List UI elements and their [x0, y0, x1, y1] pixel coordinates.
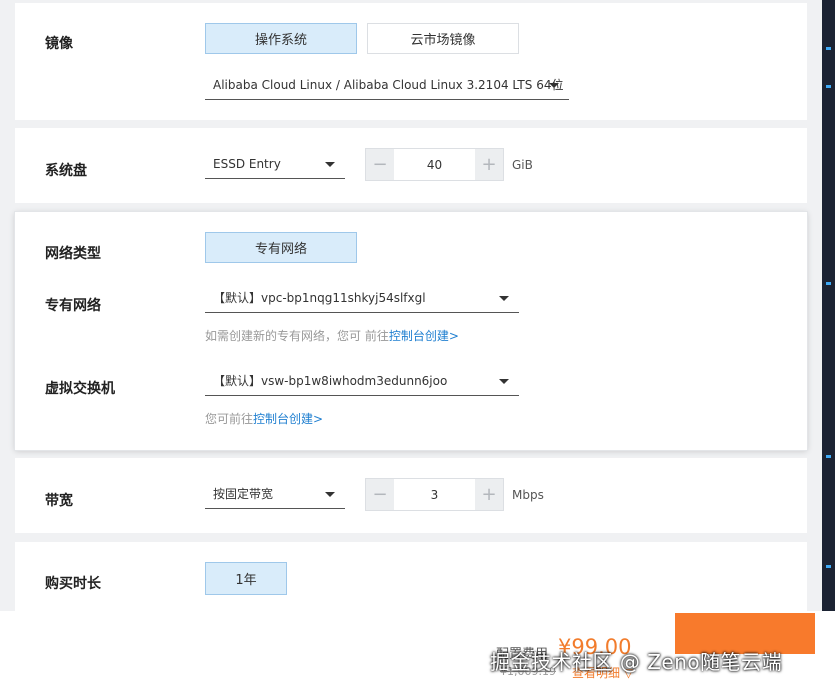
chevron-down-icon [325, 492, 335, 497]
watermark: 掘金技术社区 @ Zeno随笔云端 [490, 650, 783, 674]
disk-type-select-value: ESSD Entry [213, 156, 281, 171]
duration-section: 购买时长 1年 [15, 542, 807, 611]
chevron-down-icon [325, 162, 335, 167]
os-image-select-value: Alibaba Cloud Linux / Alibaba Cloud Linu… [213, 78, 564, 92]
network-section: 网络类型 专有网络 专有网络 【默认】vpc-bp1nqg11shkyj54sl… [15, 212, 807, 450]
duration-label: 购买时长 [45, 576, 101, 592]
vpc-select[interactable]: 【默认】vpc-bp1nqg11shkyj54slfxgl [205, 283, 519, 313]
disk-size-input[interactable]: 40 [394, 149, 475, 180]
bandwidth-label: 带宽 [45, 493, 73, 509]
order-footer: 配置费用 ¥99.00 ¥1,009.19 查看明细 ▽ 掘金技术社区 @ Ze… [0, 611, 835, 692]
bandwidth-decrease-button[interactable]: − [366, 479, 394, 510]
os-image-select[interactable]: Alibaba Cloud Linux / Alibaba Cloud Linu… [205, 70, 569, 100]
image-section: 镜像 操作系统 云市场镜像 Alibaba Cloud Linux / Alib… [15, 3, 807, 120]
vswitch-label: 虚拟交换机 [45, 381, 115, 397]
strip-mark [826, 85, 831, 88]
bandwidth-mode-select-value: 按固定带宽 [213, 487, 274, 501]
chevron-down-icon [499, 379, 509, 384]
chevron-down-icon [549, 83, 559, 88]
bandwidth-mode-select[interactable]: 按固定带宽 [205, 479, 345, 509]
vpc-select-value: 【默认】vpc-bp1nqg11shkyj54slfxgl [213, 291, 426, 305]
vswitch-hint-text: 您可前往 [205, 412, 254, 426]
system-disk-label: 系统盘 [45, 163, 87, 179]
vpc-hint-text: 如需创建新的专有网络，您可 前往 [205, 329, 389, 343]
disk-size-unit: GiB [512, 158, 533, 172]
vpc-hint: 如需创建新的专有网络，您可 前往控制台创建> [205, 327, 459, 344]
vswitch-console-link[interactable]: 控制台创建> [253, 412, 323, 426]
system-disk-section: 系统盘 ESSD Entry − 40 + GiB [15, 128, 807, 203]
strip-mark [826, 282, 831, 285]
disk-size-decrease-button[interactable]: − [366, 149, 394, 180]
disk-type-select[interactable]: ESSD Entry [205, 149, 345, 179]
strip-mark [826, 47, 831, 50]
network-type-vpc-button[interactable]: 专有网络 [205, 232, 357, 263]
network-type-label: 网络类型 [45, 246, 101, 262]
vpc-label: 专有网络 [45, 298, 101, 314]
bandwidth-increase-button[interactable]: + [475, 479, 503, 510]
strip-mark [826, 565, 831, 568]
tab-operating-system[interactable]: 操作系统 [205, 23, 357, 54]
duration-1-year-button[interactable]: 1年 [205, 562, 287, 595]
chevron-down-icon [499, 296, 509, 301]
tab-marketplace-image[interactable]: 云市场镜像 [367, 23, 519, 54]
vswitch-select[interactable]: 【默认】vsw-bp1w8iwhodm3edunn6joo [205, 366, 519, 396]
vswitch-hint: 您可前往控制台创建> [205, 410, 323, 427]
bandwidth-stepper: − 3 + [365, 478, 504, 511]
strip-mark [826, 455, 831, 458]
vpc-console-link[interactable]: 控制台创建> [389, 329, 459, 343]
bandwidth-unit: Mbps [512, 488, 544, 502]
disk-size-increase-button[interactable]: + [475, 149, 503, 180]
disk-size-stepper: − 40 + [365, 148, 504, 181]
vswitch-select-value: 【默认】vsw-bp1w8iwhodm3edunn6joo [213, 374, 448, 388]
bandwidth-input[interactable]: 3 [394, 479, 475, 510]
side-strip [822, 0, 835, 611]
bandwidth-section: 带宽 按固定带宽 − 3 + Mbps [15, 458, 807, 533]
image-label: 镜像 [45, 36, 73, 52]
